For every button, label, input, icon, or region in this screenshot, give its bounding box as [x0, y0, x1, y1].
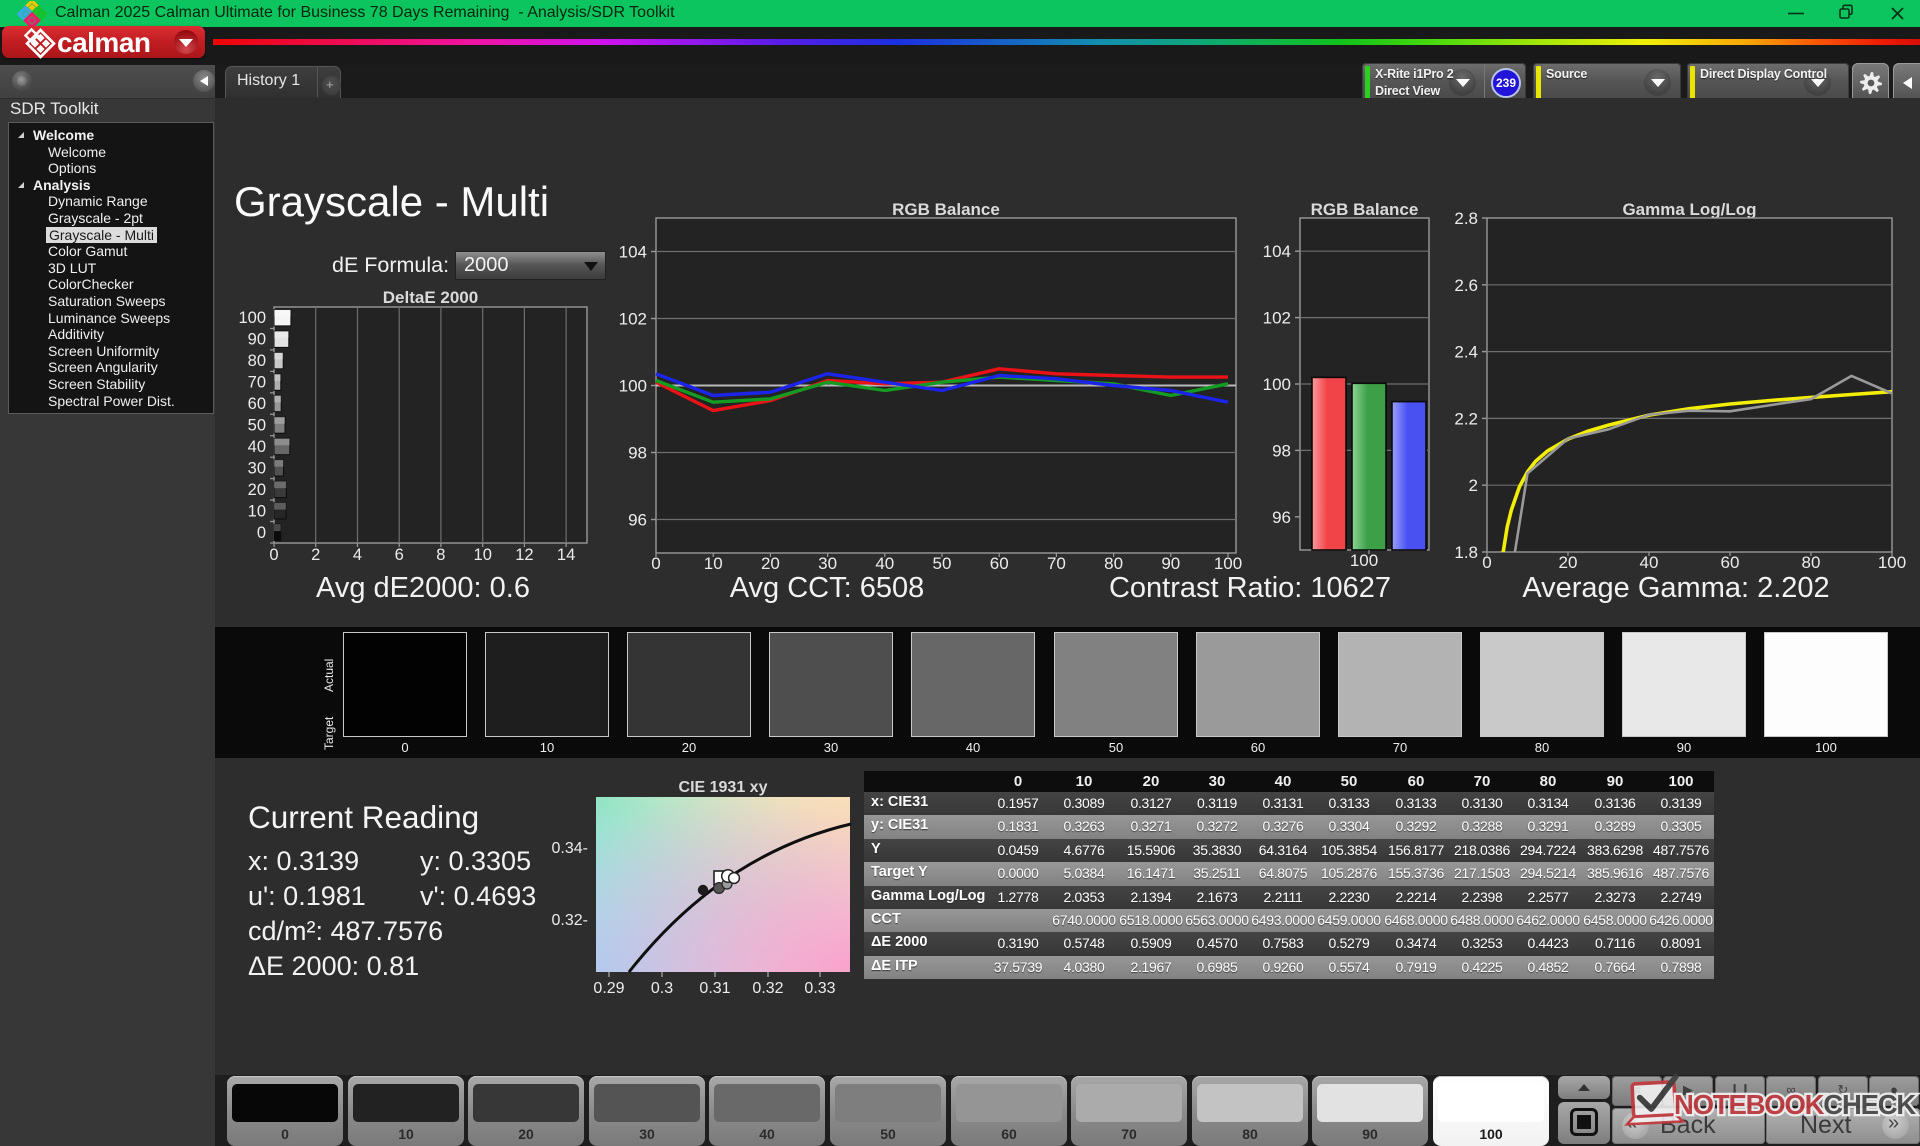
svg-text:6: 6: [395, 546, 404, 564]
svg-text:0: 0: [651, 554, 660, 573]
svg-text:0.32-: 0.32-: [552, 912, 588, 929]
svg-text:100: 100: [238, 309, 266, 327]
svg-text:2.4: 2.4: [1454, 343, 1478, 362]
svg-text:4: 4: [353, 546, 362, 564]
svg-text:60: 60: [248, 395, 266, 413]
svg-text:10: 10: [474, 546, 492, 564]
svg-text:10: 10: [248, 502, 266, 520]
svg-text:100: 100: [1214, 554, 1242, 573]
svg-text:0: 0: [1482, 553, 1491, 572]
svg-text:104: 104: [619, 243, 647, 262]
svg-text:2: 2: [311, 546, 320, 564]
svg-text:10: 10: [704, 554, 723, 573]
svg-text:70: 70: [248, 374, 266, 392]
svg-text:NOTEBOOKCHECK: NOTEBOOKCHECK: [1674, 1089, 1916, 1120]
svg-text:2.2: 2.2: [1454, 409, 1478, 428]
svg-text:40: 40: [248, 438, 266, 456]
svg-text:14: 14: [557, 546, 575, 564]
svg-text:0.32: 0.32: [752, 980, 783, 997]
svg-text:100: 100: [1263, 375, 1291, 394]
svg-text:0.3: 0.3: [651, 980, 673, 997]
svg-text:20: 20: [1559, 553, 1578, 572]
svg-text:90: 90: [248, 331, 266, 349]
svg-text:98: 98: [628, 444, 647, 463]
svg-text:40: 40: [1640, 553, 1659, 572]
svg-text:30: 30: [818, 554, 837, 573]
svg-text:102: 102: [619, 310, 647, 329]
svg-text:60: 60: [1721, 553, 1740, 572]
svg-text:40: 40: [875, 554, 894, 573]
svg-text:98: 98: [1272, 441, 1291, 460]
svg-text:80: 80: [248, 352, 266, 370]
svg-text:96: 96: [628, 511, 647, 530]
svg-text:0.34-: 0.34-: [552, 840, 588, 857]
svg-text:30: 30: [248, 459, 266, 477]
svg-text:2.8: 2.8: [1454, 209, 1478, 228]
svg-text:80: 80: [1104, 554, 1123, 573]
svg-text:50: 50: [248, 417, 266, 435]
svg-text:100: 100: [1878, 553, 1906, 572]
svg-text:60: 60: [990, 554, 1009, 573]
svg-text:80: 80: [1802, 553, 1821, 572]
svg-text:100: 100: [619, 377, 647, 396]
svg-text:1.8: 1.8: [1454, 543, 1478, 562]
svg-text:20: 20: [248, 481, 266, 499]
svg-text:90: 90: [1161, 554, 1180, 573]
svg-text:2.6: 2.6: [1454, 276, 1478, 295]
svg-text:104: 104: [1263, 242, 1291, 261]
svg-text:0: 0: [257, 524, 266, 542]
svg-text:100: 100: [1350, 551, 1378, 570]
svg-text:2: 2: [1469, 476, 1478, 495]
svg-text:0.31: 0.31: [699, 980, 730, 997]
svg-text:0: 0: [269, 546, 278, 564]
svg-text:50: 50: [933, 554, 952, 573]
svg-text:0.29: 0.29: [593, 980, 624, 997]
svg-text:20: 20: [761, 554, 780, 573]
svg-text:96: 96: [1272, 508, 1291, 527]
svg-text:102: 102: [1263, 309, 1291, 328]
svg-text:70: 70: [1047, 554, 1066, 573]
svg-text:12: 12: [515, 546, 533, 564]
svg-text:0.33: 0.33: [804, 980, 835, 997]
svg-text:8: 8: [436, 546, 445, 564]
